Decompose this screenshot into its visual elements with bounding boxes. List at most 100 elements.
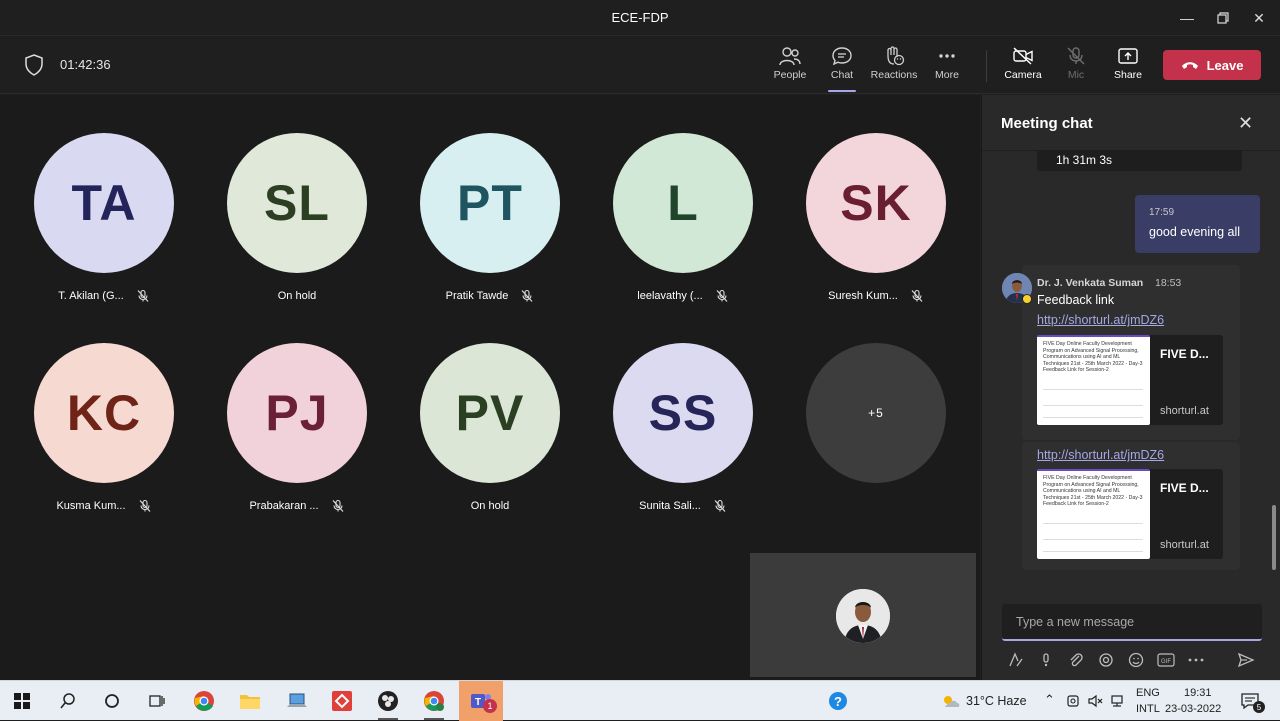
important-icon[interactable] (1036, 650, 1056, 670)
more-icon (939, 54, 955, 58)
chrome-profile-icon[interactable] (412, 681, 456, 721)
clock-date[interactable]: 23-03-2022 (1165, 703, 1221, 715)
people-button[interactable]: People (762, 42, 818, 90)
participant-avatar: SK (806, 133, 946, 273)
gif-icon[interactable]: GIF (1156, 650, 1176, 670)
more-options-icon[interactable] (1186, 650, 1206, 670)
my-message-time: 17:59 (1149, 207, 1175, 218)
message-text: Feedback link (1037, 293, 1115, 307)
laptop-app-icon[interactable] (275, 681, 319, 721)
leave-label: Leave (1206, 57, 1244, 73)
chrome-icon[interactable] (182, 681, 226, 721)
link-preview-card[interactable]: FIVE Day Online Faculty Development Prog… (1037, 335, 1223, 425)
participant-avatar: PT (420, 133, 560, 273)
network-icon[interactable] (1102, 681, 1132, 721)
reactions-button[interactable]: Reactions (866, 42, 922, 90)
leave-button[interactable]: Leave (1163, 50, 1261, 80)
link-preview-thumbnail: FIVE Day Online Faculty Development Prog… (1037, 335, 1150, 425)
self-avatar (836, 589, 890, 643)
people-label: People (773, 69, 807, 81)
loop-icon[interactable] (1096, 650, 1116, 670)
recording-duration: 1h 31m 3s (1056, 153, 1113, 167)
notifications-icon[interactable]: 5 (1232, 681, 1268, 721)
participant-name-row: leelavathy (... (603, 287, 763, 305)
thumbnail-divider (1043, 405, 1143, 406)
message-sender: Dr. J. Venkata Suman (1037, 277, 1144, 289)
participant-tile[interactable]: SK Suresh Kum... (796, 133, 956, 323)
file-explorer-icon[interactable] (228, 681, 272, 721)
participant-avatar: TA (34, 133, 174, 273)
participant-tile[interactable]: SL On hold (217, 133, 377, 323)
self-video-preview[interactable] (750, 553, 976, 677)
participant-tile[interactable]: TA T. Akilan (G... (24, 133, 184, 323)
chat-message[interactable]: Dr. J. Venkata Suman 18:53 Feedback link… (1022, 265, 1240, 440)
raise-hand-icon (887, 46, 905, 66)
chevron-up-icon[interactable]: ⌃ (1044, 692, 1055, 708)
more-button[interactable]: More (919, 42, 975, 90)
participant-name-row: Prabakaran ... (217, 497, 377, 515)
link-preview-title: FIVE D... (1160, 347, 1209, 361)
language-code[interactable]: ENG (1136, 687, 1160, 699)
share-button[interactable]: Share (1100, 42, 1156, 90)
link-preview-card[interactable]: FIVE Day Online Faculty Development Prog… (1037, 469, 1223, 559)
message-input[interactable] (1002, 604, 1262, 639)
message-link[interactable]: http://shorturl.at/jmDZ6 (1037, 448, 1164, 462)
close-window-button[interactable]: ✕ (1238, 0, 1280, 36)
window-title: ECE-FDP (611, 10, 669, 25)
teams-icon[interactable]: T 1 (459, 681, 503, 721)
task-view-icon[interactable] (135, 681, 179, 721)
my-message[interactable]: 17:59 good evening all (1135, 195, 1260, 253)
notification-count: 5 (1253, 701, 1265, 713)
mic-button[interactable]: Mic (1048, 42, 1104, 90)
participant-name-row: On hold (217, 287, 377, 305)
cortana-icon[interactable] (90, 681, 134, 721)
participant-tile[interactable]: PV On hold (410, 343, 570, 533)
windows-start-icon[interactable] (0, 681, 44, 721)
active-tab-indicator (828, 90, 856, 92)
attach-icon[interactable] (1066, 650, 1086, 670)
participant-tile[interactable]: KC Kusma Kum... (24, 343, 184, 533)
people-icon (779, 47, 801, 66)
mic-off-icon (714, 499, 726, 512)
overflow-participants-tile[interactable]: +5 (796, 343, 956, 533)
weather-text[interactable]: 31°C Haze (966, 694, 1027, 708)
participant-tile[interactable]: SS Sunita Sali... (603, 343, 763, 533)
obs-icon[interactable] (366, 681, 410, 721)
overflow-count: +5 (806, 343, 946, 483)
participant-name: leelavathy (... (637, 290, 703, 302)
meeting-chat-panel: Meeting chat ✕ 1h 31m 3s 17:59 good even… (981, 95, 1280, 680)
participant-tile[interactable]: Lleelavathy (... (603, 133, 763, 323)
toolbar-divider (986, 50, 987, 82)
camera-button[interactable]: Camera (995, 42, 1051, 90)
compose-box[interactable] (1002, 604, 1262, 641)
clock-time[interactable]: 19:31 (1184, 687, 1212, 699)
chat-message-continued[interactable]: http://shorturl.at/jmDZ6 FIVE Day Online… (1022, 442, 1240, 570)
message-link[interactable]: http://shorturl.at/jmDZ6 (1037, 313, 1164, 327)
participant-tile[interactable]: PT Pratik Tawde (410, 133, 570, 323)
emoji-icon[interactable] (1126, 650, 1146, 670)
keyboard-layout[interactable]: INTL (1136, 703, 1160, 715)
close-chat-icon[interactable]: ✕ (1238, 113, 1253, 134)
anydesk-icon[interactable] (320, 681, 364, 721)
help-icon[interactable]: ? (816, 681, 860, 721)
teams-badge: 1 (483, 699, 497, 713)
send-icon[interactable] (1236, 650, 1256, 670)
recording-chip: 1h 31m 3s (1037, 150, 1242, 171)
participant-avatar: PV (420, 343, 560, 483)
format-icon[interactable] (1006, 650, 1026, 670)
participant-name: On hold (277, 290, 317, 302)
chat-button[interactable]: Chat (814, 42, 870, 92)
chat-label: Chat (830, 69, 854, 81)
link-preview-title: FIVE D... (1160, 481, 1209, 495)
participant-name-row: Suresh Kum... (796, 287, 956, 305)
mic-off-icon (139, 499, 150, 512)
participant-tile[interactable]: PJ Prabakaran ... (217, 343, 377, 533)
restore-icon (1217, 12, 1229, 24)
thumbnail-divider (1043, 539, 1143, 540)
chat-scrollbar[interactable] (1272, 505, 1276, 570)
mic-off-icon (716, 289, 728, 302)
mic-off-icon (911, 289, 923, 302)
hang-up-icon (1181, 62, 1198, 69)
participant-name: Prabakaran ... (249, 500, 319, 512)
search-icon[interactable] (46, 681, 90, 721)
